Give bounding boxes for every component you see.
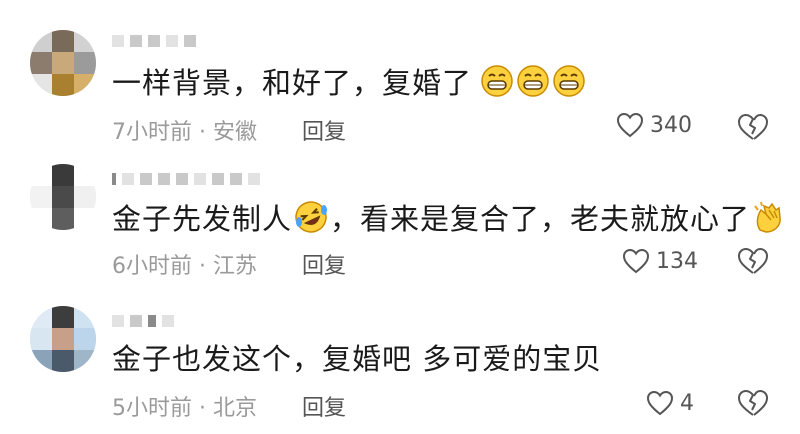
like-count: 340 xyxy=(650,112,692,138)
heart-icon xyxy=(622,248,650,274)
broken-heart-icon[interactable] xyxy=(736,112,770,142)
comment-time: 5小时前 xyxy=(112,396,192,421)
comment-text-body: 一样背景，和好了，复婚了 xyxy=(112,66,473,100)
username-pixelated[interactable] xyxy=(112,170,260,188)
reply-button[interactable]: 回复 xyxy=(302,114,346,146)
like-button[interactable]: 4 xyxy=(646,390,694,416)
avatar[interactable] xyxy=(30,306,96,372)
comment-meta: 6小时前 · 江苏 xyxy=(112,248,257,280)
rolling-laughing-face-icon xyxy=(295,201,328,233)
comment-text-body: 金子也发这个，复婚吧 多可爱的宝贝 xyxy=(112,342,603,376)
comment-text: 一样背景，和好了，复婚了 xyxy=(112,60,586,102)
comment-location: 安徽 xyxy=(213,120,258,145)
username-pixelated[interactable] xyxy=(112,312,174,330)
meta-separator: · xyxy=(199,254,206,279)
comment-meta: 7小时前 · 安徽 xyxy=(112,114,257,146)
heart-icon xyxy=(616,112,644,138)
broken-heart-icon[interactable] xyxy=(736,246,770,276)
comment-location: 江苏 xyxy=(213,254,258,279)
comment-meta: 5小时前 · 北京 xyxy=(112,390,257,422)
comment-location: 北京 xyxy=(213,396,258,421)
comment-text: 金子先发制人 ，看来是复合了，老夫就放心了 xyxy=(112,196,786,238)
meta-separator: · xyxy=(199,120,206,145)
meta-separator: · xyxy=(199,396,206,421)
like-count: 4 xyxy=(680,390,694,416)
comment-time: 6小时前 xyxy=(112,254,192,279)
like-button[interactable]: 340 xyxy=(616,112,692,138)
comment-text-part1: 金子先发制人 xyxy=(112,202,293,236)
reply-button[interactable]: 回复 xyxy=(302,390,346,422)
grinning-face-icon xyxy=(481,65,513,97)
comment-text: 金子也发这个，复婚吧 多可爱的宝贝 xyxy=(112,336,602,378)
reply-button[interactable]: 回复 xyxy=(302,248,346,280)
avatar[interactable] xyxy=(30,164,96,230)
heart-icon xyxy=(646,390,674,416)
broken-heart-icon[interactable] xyxy=(736,388,770,418)
comment-time: 7小时前 xyxy=(112,120,192,145)
clapping-hands-icon xyxy=(754,201,781,233)
username-pixelated[interactable] xyxy=(112,32,196,50)
comment-text-part2: ，看来是复合了，老夫就放心了 xyxy=(330,202,751,236)
grinning-face-icon xyxy=(517,65,549,97)
like-count: 134 xyxy=(656,248,698,274)
like-button[interactable]: 134 xyxy=(622,248,698,274)
grinning-face-icon xyxy=(553,65,585,97)
avatar[interactable] xyxy=(30,30,96,96)
